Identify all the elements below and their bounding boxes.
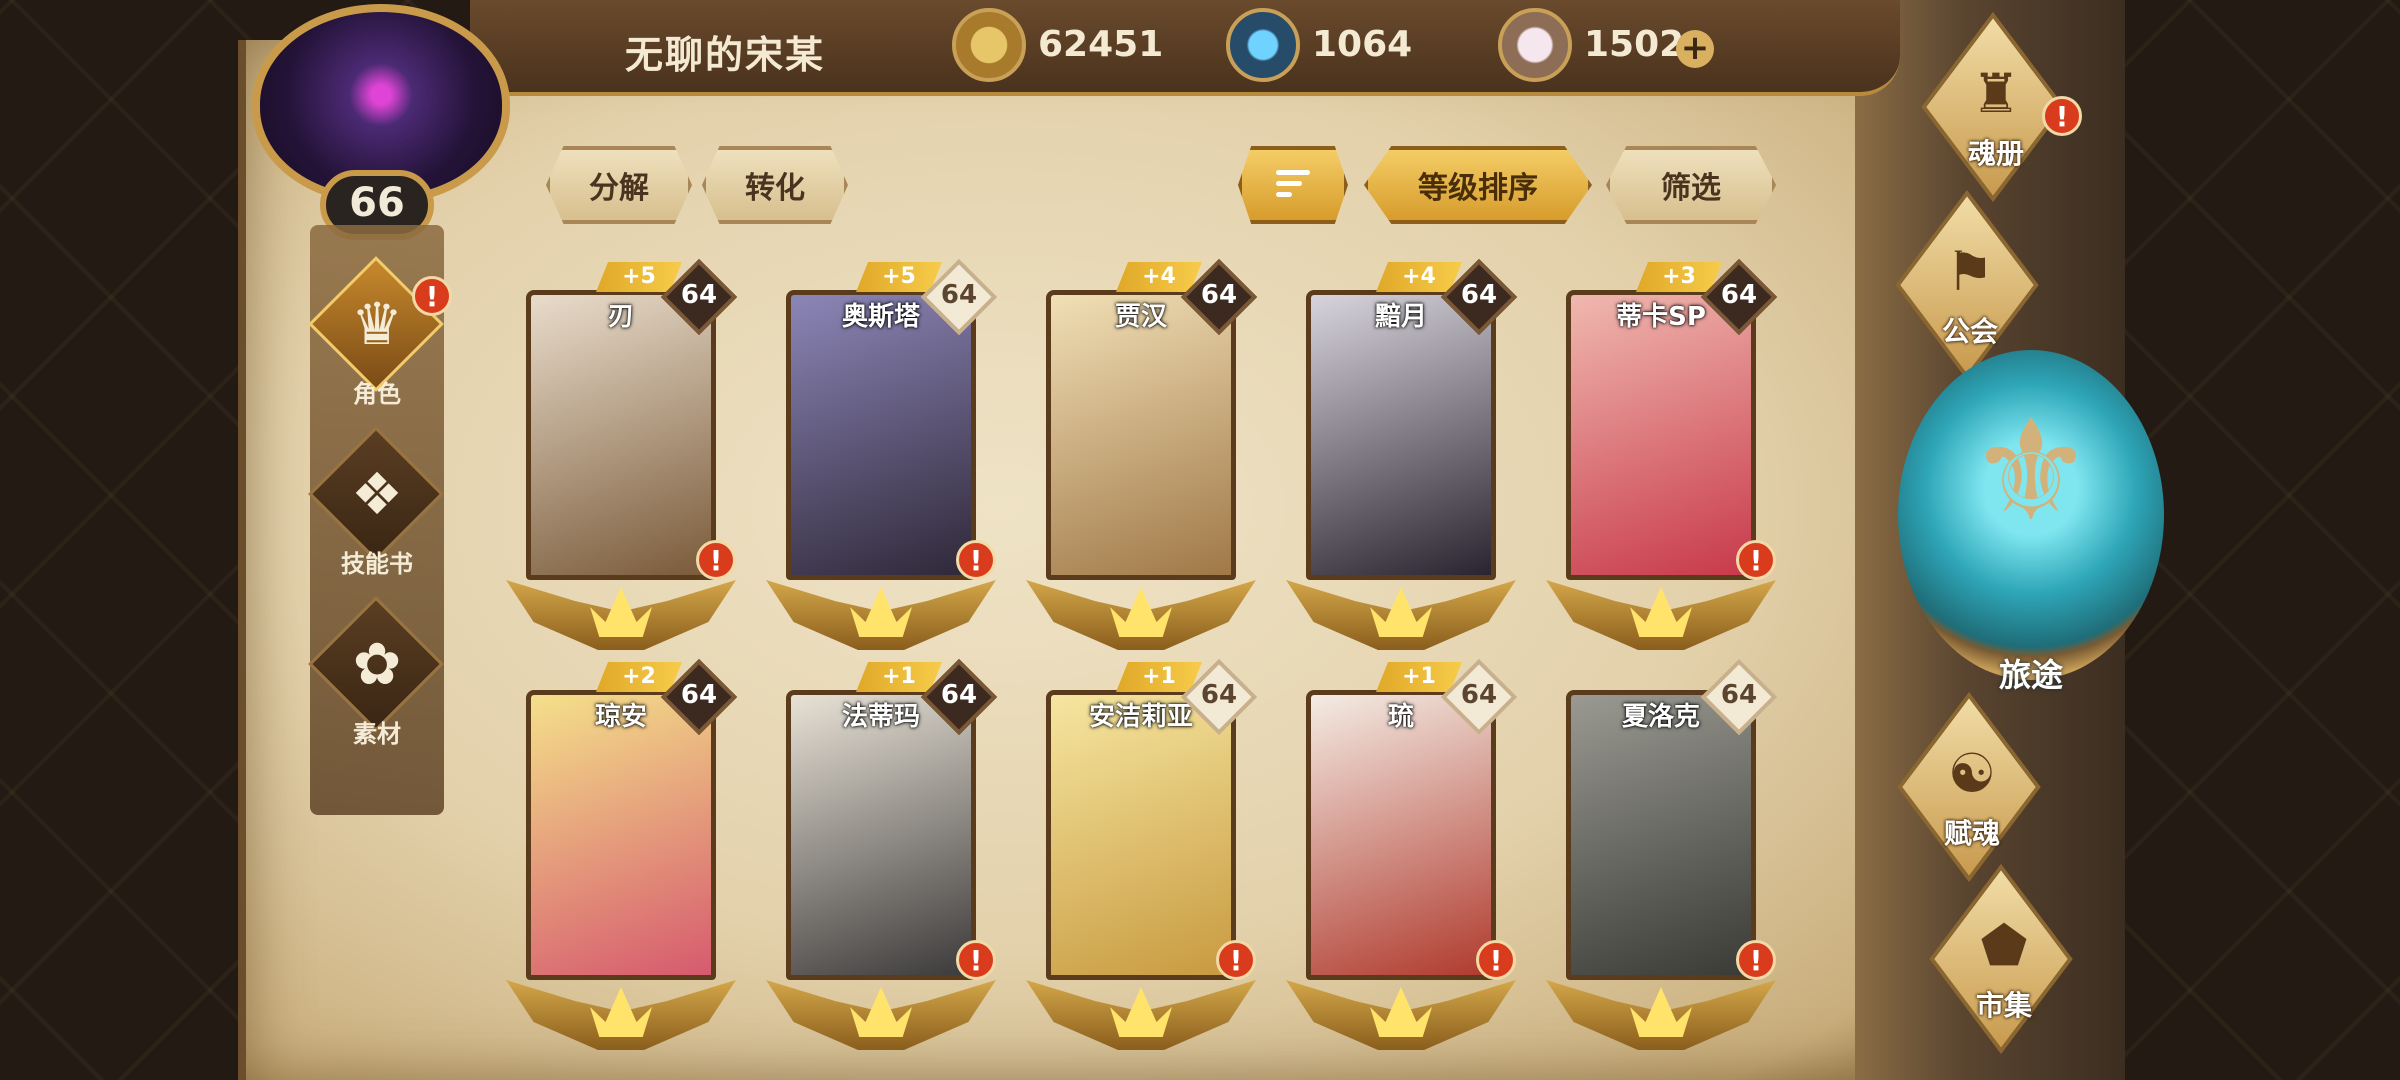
gem-value: 1064	[1312, 24, 1413, 65]
alert-badge: !	[1216, 940, 1256, 980]
convert-button[interactable]: 转化	[702, 146, 848, 224]
add-currency-button[interactable]: +	[1676, 30, 1714, 68]
nav-soul-flame-button[interactable]: ☯ 赋魂	[1872, 691, 2072, 883]
nav-item-hero[interactable]: ♛ 角色!	[308, 256, 452, 408]
alert-badge: !	[956, 540, 996, 580]
nav-label: 魂册	[1967, 137, 2024, 170]
alert-badge: !	[2042, 96, 2082, 136]
blue-crystal-icon	[1226, 8, 1300, 82]
hero-card[interactable]: 蒂卡SP +3 64!	[1546, 258, 1778, 652]
hero-portrait	[1306, 690, 1496, 980]
soul-flame-icon: ☯	[1947, 742, 1997, 805]
hero-portrait	[1566, 690, 1756, 980]
hero-level: 64	[680, 280, 718, 310]
hero-level: 64	[1460, 680, 1498, 710]
nav-guild-banner-button[interactable]: ⚑ 公会	[1870, 189, 2070, 381]
hero-level: 64	[1460, 280, 1498, 310]
hero-card[interactable]: 法蒂玛 +1 64!	[766, 658, 998, 1052]
hero-portrait	[526, 690, 716, 980]
alert-badge: !	[1476, 940, 1516, 980]
hero-card[interactable]: 贾汉 +4 64	[1026, 258, 1258, 652]
journey-label: 旅途	[1998, 656, 2063, 694]
decompose-button[interactable]: 分解	[546, 146, 692, 224]
pink-crystal-icon	[1498, 8, 1572, 82]
hero-level: 64	[1720, 280, 1758, 310]
alert-badge: !	[956, 940, 996, 980]
skill-book-icon: ❖	[351, 460, 403, 528]
hero-portrait	[1046, 690, 1236, 980]
hero-level: 64	[940, 680, 978, 710]
hero-level: 64	[940, 280, 978, 310]
nav-label: 市集	[1975, 989, 2032, 1022]
hero-card[interactable]: 黯月 +4 64	[1286, 258, 1518, 652]
market-gem-icon: ⬟	[1980, 914, 2028, 977]
player-level: 66	[349, 180, 405, 226]
filter-button[interactable]: 筛选	[1606, 146, 1776, 224]
hero-portrait	[1046, 290, 1236, 580]
alert-badge: !	[1736, 940, 1776, 980]
hero-card[interactable]: 夏洛克 64!	[1546, 658, 1778, 1052]
hero-level: 64	[1200, 680, 1238, 710]
hero-card[interactable]: 奥斯塔 +5 64!	[766, 258, 998, 652]
nav-label: 素材	[353, 720, 401, 748]
hero-portrait	[786, 690, 976, 980]
gold-value: 62451	[1038, 24, 1164, 65]
hero-card[interactable]: 琼安 +2 64	[506, 658, 738, 1052]
alert-badge: !	[412, 276, 452, 316]
hero-level: 64	[1720, 680, 1758, 710]
sort-icon	[1276, 170, 1310, 203]
nav-soul-book-button[interactable]: ♜ 魂册!	[1896, 11, 2096, 203]
hero-card[interactable]: 琉 +1 64!	[1286, 658, 1518, 1052]
nav-label: 赋魂	[1943, 817, 2000, 850]
hero-portrait	[1566, 290, 1756, 580]
guild-banner-icon: ⚑	[1945, 240, 1995, 303]
hero-level: 64	[1200, 280, 1238, 310]
nav-market-gem-button[interactable]: ⬟ 市集	[1904, 863, 2104, 1055]
hero-portrait	[1306, 290, 1496, 580]
gold-coin-icon	[952, 8, 1026, 82]
material-icon: ✿	[352, 630, 402, 698]
hero-portrait	[786, 290, 976, 580]
nav-label: 角色	[353, 380, 401, 408]
nav-label: 技能书	[341, 550, 413, 578]
hero-portrait	[526, 290, 716, 580]
alert-badge: !	[696, 540, 736, 580]
crystal-value: 1502	[1584, 24, 1685, 65]
hero-level: 64	[680, 680, 718, 710]
journey-emblem-icon: ⚜	[1968, 390, 2094, 553]
nav-item-skill-book[interactable]: ❖ 技能书	[308, 426, 446, 578]
player-name: 无聊的宋某	[625, 33, 826, 77]
alert-badge: !	[1736, 540, 1776, 580]
nav-item-material[interactable]: ✿ 素材	[308, 596, 446, 748]
sort-by-level-button[interactable]: 等级排序	[1364, 146, 1592, 224]
nav-label: 公会	[1941, 315, 1998, 348]
hero-card[interactable]: 安洁莉亚 +1 64!	[1026, 658, 1258, 1052]
hero-card[interactable]: 刃 +5 64!	[506, 258, 738, 652]
